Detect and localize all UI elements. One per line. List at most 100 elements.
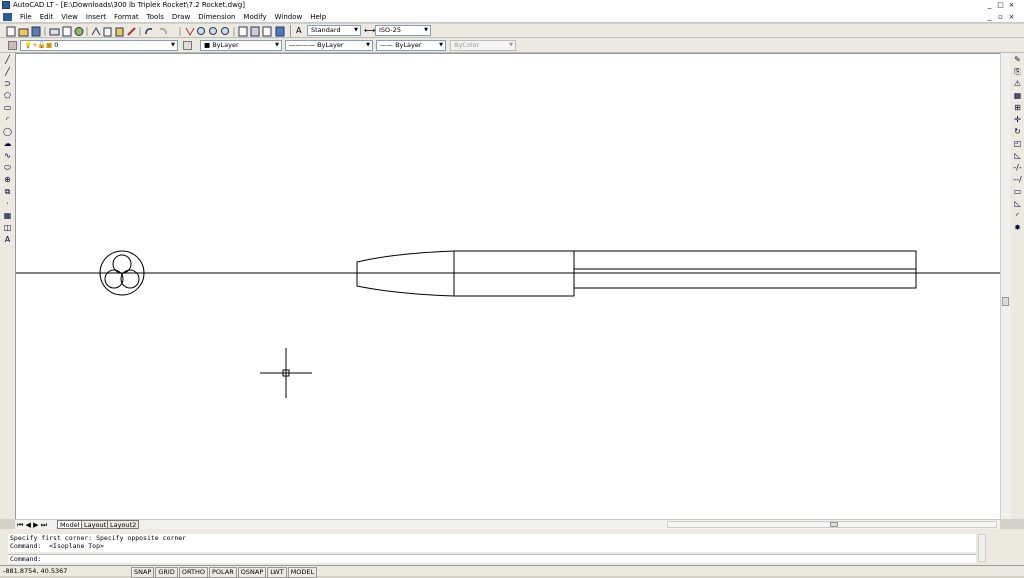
chevron-down-icon: ▼ bbox=[439, 42, 443, 48]
explode-icon[interactable]: ✸ bbox=[1012, 222, 1023, 233]
circle-icon[interactable]: ◯ bbox=[2, 126, 13, 137]
close-button[interactable]: × bbox=[1007, 1, 1016, 9]
command-scrollbar[interactable] bbox=[978, 534, 986, 562]
line-icon[interactable]: ╱ bbox=[2, 54, 13, 65]
extend-icon[interactable]: --/ bbox=[1012, 174, 1023, 185]
spline-icon[interactable]: ∿ bbox=[2, 150, 13, 161]
horizontal-scroll-thumb[interactable] bbox=[830, 522, 838, 527]
trim-icon[interactable]: -/- bbox=[1012, 162, 1023, 173]
document-icon[interactable] bbox=[3, 13, 12, 21]
linetype-select[interactable]: ———— ByLayer ▼ bbox=[285, 40, 373, 51]
layer-manager-icon[interactable] bbox=[8, 41, 17, 50]
break-icon[interactable]: ▭ bbox=[1012, 186, 1023, 197]
autocad-app-icon[interactable] bbox=[2, 1, 10, 9]
tab-navigation[interactable]: ⏮ ◀ ▶ ⏭ bbox=[17, 521, 47, 529]
linetype-sample-icon: ———— bbox=[289, 41, 318, 49]
status-osnap-button[interactable]: OSNAP bbox=[237, 567, 267, 578]
menu-insert[interactable]: Insert bbox=[82, 13, 110, 22]
doc-minimize-button[interactable]: _ bbox=[985, 13, 994, 21]
menu-view[interactable]: View bbox=[57, 13, 82, 22]
status-lwt-button[interactable]: LWT bbox=[267, 567, 287, 578]
text-style-select[interactable]: Standard ▼ bbox=[307, 25, 361, 36]
make-object-layer-current-icon[interactable] bbox=[183, 41, 192, 50]
prev-tab-icon[interactable]: ◀ bbox=[26, 521, 31, 529]
horizontal-scroll-track[interactable] bbox=[667, 521, 997, 528]
status-snap-button[interactable]: SNAP bbox=[131, 567, 155, 578]
next-tab-icon[interactable]: ▶ bbox=[33, 521, 38, 529]
offset-icon[interactable]: ▦ bbox=[1012, 90, 1023, 101]
doc-restore-button[interactable]: ▫ bbox=[996, 13, 1005, 21]
lineweight-select[interactable]: —— ByLayer ▼ bbox=[376, 40, 446, 51]
status-polar-button[interactable]: POLAR bbox=[208, 567, 237, 578]
rotate-icon[interactable]: ↻ bbox=[1012, 126, 1023, 137]
history-line: Specify first corner: Specify opposite c… bbox=[10, 534, 187, 542]
ellipse-icon[interactable]: ⬭ bbox=[2, 162, 13, 173]
fillet-icon[interactable]: ◜ bbox=[1012, 210, 1023, 221]
chamfer-icon[interactable]: ◺ bbox=[1012, 198, 1023, 209]
menu-modify[interactable]: Modify bbox=[239, 13, 270, 22]
command-input[interactable]: Command: bbox=[8, 554, 976, 563]
menu-file[interactable]: File bbox=[16, 13, 36, 22]
text-style-value: Standard bbox=[311, 26, 341, 34]
make-block-icon[interactable]: ⧉ bbox=[2, 186, 13, 197]
zoom-realtime-icon bbox=[197, 27, 205, 35]
stretch-icon[interactable]: ◺ bbox=[1012, 150, 1023, 161]
construction-line-icon[interactable]: ╱ bbox=[2, 66, 13, 77]
polygon-icon[interactable]: ⬠ bbox=[2, 90, 13, 101]
maximize-button[interactable]: □ bbox=[996, 1, 1005, 9]
coordinate-display[interactable]: -881.8754, 40.5367 bbox=[3, 567, 67, 576]
last-tab-icon[interactable]: ⏭ bbox=[41, 521, 47, 529]
first-tab-icon[interactable]: ⏮ bbox=[17, 521, 23, 529]
lineweight-sample-icon: —— bbox=[380, 41, 396, 49]
chevron-down-icon: ▼ bbox=[171, 42, 175, 48]
standard-toolbar: A Standard ▼ ⟷ ISO-25 ▼ bbox=[0, 24, 1024, 38]
erase-icon[interactable]: ✎ bbox=[1012, 54, 1023, 65]
properties-toolbar: 💡☀🔓■ 0 ▼ ■ ByLayer ▼ ———— ByLayer ▼ —— B… bbox=[0, 38, 1024, 53]
menu-tools[interactable]: Tools bbox=[143, 13, 168, 22]
color-value: ByLayer bbox=[212, 41, 239, 49]
tab-model[interactable]: Model bbox=[57, 520, 83, 529]
region-icon[interactable]: ◫ bbox=[2, 222, 13, 233]
menu-dimension[interactable]: Dimension bbox=[194, 13, 239, 22]
status-model-button[interactable]: MODEL bbox=[287, 567, 318, 578]
command-history: Specify first corner: Specify opposite c… bbox=[8, 534, 976, 552]
layer-value: 0 bbox=[54, 41, 59, 49]
menu-window[interactable]: Window bbox=[271, 13, 307, 22]
array-icon[interactable]: ⊞ bbox=[1012, 102, 1023, 113]
menu-draw[interactable]: Draw bbox=[168, 13, 194, 22]
status-ortho-button[interactable]: ORTHO bbox=[178, 567, 208, 578]
drawing-svg[interactable] bbox=[16, 54, 1001, 520]
drawing-area[interactable] bbox=[15, 53, 1001, 520]
minimize-button[interactable]: _ bbox=[985, 1, 994, 9]
rectangle-icon[interactable]: ▭ bbox=[2, 102, 13, 113]
menu-help[interactable]: Help bbox=[306, 13, 330, 22]
insert-block-icon[interactable]: ⊕ bbox=[2, 174, 13, 185]
dim-style-icon: ⟷ bbox=[364, 26, 376, 35]
hatch-icon[interactable]: ▦ bbox=[2, 210, 13, 221]
status-grid-button[interactable]: GRID bbox=[155, 567, 178, 578]
scale-icon[interactable]: ◰ bbox=[1012, 138, 1023, 149]
arc-icon[interactable]: ◜ bbox=[2, 114, 13, 125]
plot-icon bbox=[49, 28, 60, 36]
copy-icon[interactable]: ⎘ bbox=[1012, 66, 1023, 77]
point-icon[interactable]: · bbox=[2, 198, 13, 209]
doc-close-button[interactable]: × bbox=[1007, 13, 1016, 21]
menu-edit[interactable]: Edit bbox=[36, 13, 58, 22]
standard-toolbar-icons[interactable] bbox=[6, 26, 286, 37]
color-select[interactable]: ■ ByLayer ▼ bbox=[200, 40, 282, 51]
chevron-down-icon: ▼ bbox=[424, 27, 428, 33]
revision-cloud-icon[interactable]: ☁ bbox=[2, 138, 13, 149]
title-bar: AutoCAD LT - [E:\Downloads\300 lb Triple… bbox=[0, 0, 1024, 11]
vertical-scrollbar[interactable] bbox=[1000, 53, 1010, 519]
layer-select[interactable]: 💡☀🔓■ 0 ▼ bbox=[20, 40, 178, 51]
history-line: Command: <Isoplane Top> bbox=[10, 542, 104, 550]
mirror-icon[interactable]: ⚠ bbox=[1012, 78, 1023, 89]
layer-state-icons: 💡☀🔓■ bbox=[24, 41, 55, 49]
dim-style-select[interactable]: ISO-25 ▼ bbox=[375, 25, 431, 36]
polyline-icon[interactable]: ⊃ bbox=[2, 78, 13, 89]
move-icon[interactable]: ✛ bbox=[1012, 114, 1023, 125]
vertical-scroll-thumb[interactable] bbox=[1002, 297, 1009, 306]
menu-format[interactable]: Format bbox=[110, 13, 143, 22]
multiline-text-icon[interactable]: A bbox=[2, 234, 13, 245]
tab-layout2[interactable]: Layout2 bbox=[107, 520, 140, 529]
